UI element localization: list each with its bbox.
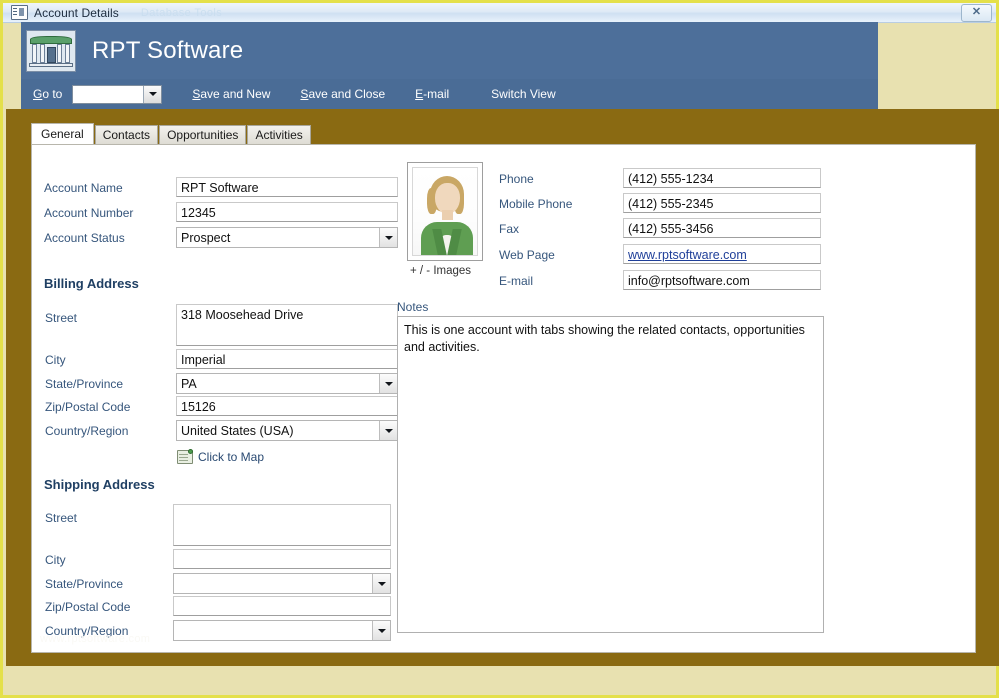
chevron-down-icon[interactable] <box>379 421 397 440</box>
save-and-new-button[interactable]: Save and New <box>192 87 270 101</box>
billing-country-label: Country/Region <box>45 424 129 438</box>
click-to-map-label: Click to Map <box>198 450 265 464</box>
web-page-label: Web Page <box>499 248 555 262</box>
tab-strip: General Contacts Opportunities Activitie… <box>31 123 312 144</box>
chevron-down-icon[interactable] <box>379 228 397 247</box>
bank-building-icon <box>26 29 76 72</box>
close-button[interactable]: ✕ <box>961 4 992 22</box>
shipping-zip-input[interactable] <box>173 596 391 616</box>
window-titlebar: Account Details Database Tools ✕ <box>3 3 996 23</box>
page-title: RPT Software <box>92 36 244 64</box>
chevron-down-icon[interactable] <box>379 374 397 393</box>
account-number-input[interactable]: 12345 <box>176 202 398 222</box>
tab-opportunities[interactable]: Opportunities <box>159 125 247 144</box>
chevron-down-icon[interactable] <box>143 85 162 103</box>
billing-address-heading: Billing Address <box>44 276 139 291</box>
billing-state-combobox[interactable]: PA <box>176 373 398 394</box>
watermark-text: www.rptsoftware.com <box>40 633 151 645</box>
billing-country-value[interactable]: United States (USA) <box>177 421 379 440</box>
billing-country-combobox[interactable]: United States (USA) <box>176 420 398 441</box>
account-number-label: Account Number <box>44 206 134 220</box>
account-status-label: Account Status <box>44 231 125 245</box>
email-button[interactable]: E-mail <box>415 87 449 101</box>
tab-activities[interactable]: Activities <box>247 125 311 144</box>
notes-textarea[interactable]: This is one account with tabs showing th… <box>397 316 824 633</box>
email-input[interactable]: info@rptsoftware.com <box>623 270 821 290</box>
mobile-phone-label: Mobile Phone <box>499 197 573 211</box>
phone-label: Phone <box>499 172 534 186</box>
notes-label: Notes <box>397 300 429 314</box>
shipping-address-heading: Shipping Address <box>44 477 155 492</box>
tab-contacts[interactable]: Contacts <box>94 125 159 144</box>
form-header: RPT Software <box>21 22 878 79</box>
form-icon <box>11 5 28 20</box>
fax-input[interactable]: (412) 555-3456 <box>623 218 821 238</box>
account-status-value[interactable]: Prospect <box>177 228 379 247</box>
account-name-label: Account Name <box>44 181 123 195</box>
billing-city-input[interactable]: Imperial <box>176 349 398 369</box>
email-label: E-mail <box>499 274 534 288</box>
shipping-state-combobox[interactable] <box>173 573 391 594</box>
goto-combobox[interactable] <box>72 84 163 104</box>
account-details-window: Account Details Database Tools ✕ RPT Sof… <box>0 0 999 698</box>
chevron-down-icon[interactable] <box>372 621 390 640</box>
billing-street-label: Street <box>45 311 78 325</box>
avatar[interactable] <box>407 162 483 261</box>
map-icon <box>177 449 193 464</box>
goto-value[interactable] <box>73 86 143 103</box>
person-photo <box>412 167 478 256</box>
billing-state-label: State/Province <box>45 377 124 391</box>
general-tab-panel: Account Name RPT Software Account Number… <box>31 144 976 653</box>
tab-general[interactable]: General <box>31 123 94 144</box>
billing-zip-input[interactable]: 15126 <box>176 396 398 416</box>
billing-street-input[interactable]: 318 Moosehead Drive <box>176 304 398 346</box>
phone-input[interactable]: (412) 555-1234 <box>623 168 821 188</box>
fax-label: Fax <box>499 222 520 236</box>
account-name-input[interactable]: RPT Software <box>176 177 398 197</box>
shipping-country-value[interactable] <box>174 621 372 640</box>
save-and-close-button[interactable]: Save and Close <box>300 87 385 101</box>
shipping-state-label: State/Province <box>45 577 124 591</box>
shipping-city-label: City <box>45 553 66 567</box>
shipping-city-input[interactable] <box>173 549 391 569</box>
form-toolbar: Go to Save and New Save and Close E-mail… <box>21 79 878 110</box>
shipping-street-input[interactable] <box>173 504 391 546</box>
billing-state-value[interactable]: PA <box>177 374 379 393</box>
shipping-country-combobox[interactable] <box>173 620 391 641</box>
window-title: Account Details <box>34 5 119 20</box>
billing-city-label: City <box>45 353 66 367</box>
mobile-phone-input[interactable]: (412) 555-2345 <box>623 193 821 213</box>
titlebar-ghost-text: Database Tools <box>140 6 223 19</box>
web-page-input[interactable]: www.rptsoftware.com <box>623 244 821 264</box>
account-status-combobox[interactable]: Prospect <box>176 227 398 248</box>
shipping-street-label: Street <box>45 511 78 525</box>
shipping-zip-label: Zip/Postal Code <box>45 600 131 614</box>
goto-label: Go to <box>33 87 63 101</box>
billing-zip-label: Zip/Postal Code <box>45 400 131 414</box>
web-page-link[interactable]: www.rptsoftware.com <box>628 248 747 262</box>
switch-view-button[interactable]: Switch View <box>491 87 555 101</box>
shipping-state-value[interactable] <box>174 574 372 593</box>
images-addremove-label[interactable]: + / - Images <box>410 265 471 277</box>
chevron-down-icon[interactable] <box>372 574 390 593</box>
click-to-map-link[interactable]: Click to Map <box>177 449 265 464</box>
